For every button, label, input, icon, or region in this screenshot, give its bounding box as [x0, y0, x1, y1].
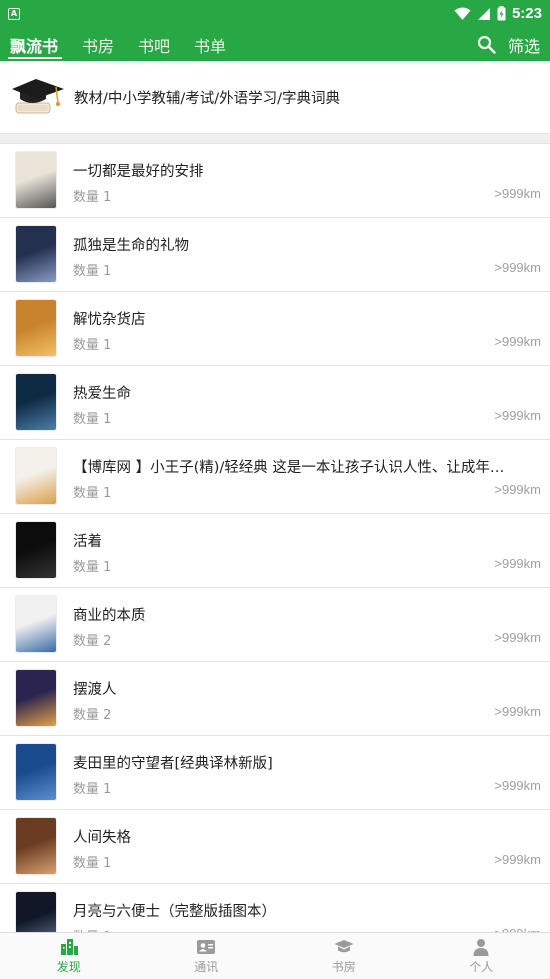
- book-distance: >999km: [494, 408, 541, 423]
- book-cover-image: [16, 596, 56, 652]
- status-bar: A 5:23: [0, 0, 550, 27]
- book-distance: >999km: [494, 778, 541, 793]
- book-cover-image: [16, 744, 56, 800]
- book-title: 热爱生命: [73, 386, 131, 402]
- bottom-tab-label: 发现: [56, 960, 81, 974]
- bottom-tab-label: 个人: [469, 960, 494, 974]
- book-quantity: 数量 1: [73, 782, 112, 797]
- book-list-item[interactable]: 商业的本质数量 2 >999km: [0, 588, 550, 662]
- book-distance: >999km: [494, 260, 541, 275]
- book-title: 商业的本质: [73, 608, 146, 624]
- book-title: 【博库网 】小王子(精)/轻经典 这是一本让孩子认识人性、让成年…: [73, 460, 505, 476]
- book-list-item[interactable]: 麦田里的守望者[经典译林新版] 数量 1 >999km: [0, 736, 550, 810]
- book-cover-image: [16, 818, 56, 874]
- book-cover-image: [16, 300, 56, 356]
- book-quantity: 数量 1: [73, 560, 112, 575]
- bottom-tab-label: 书房: [331, 960, 356, 974]
- bottom-navigation: 发现 通讯 书房 个人: [0, 932, 550, 979]
- category-row[interactable]: 教材/中小学教辅/考试/外语学习/字典词典: [0, 61, 550, 134]
- book-list: 一切都是最好的安排 数量 1 >999km 孤独是生命的礼物 数量 1 >999km 解忧杂…: [0, 144, 550, 932]
- bottom-tab-study[interactable]: 书房: [275, 933, 413, 979]
- book-list-item[interactable]: 人间失格数量 1 >999km: [0, 810, 550, 884]
- book-distance: >999km: [494, 482, 541, 497]
- book-quantity: 数量 1: [73, 856, 112, 871]
- book-quantity: 数量 1: [73, 412, 112, 427]
- book-cover-image: [16, 448, 56, 504]
- book-title: 活着: [73, 534, 102, 550]
- book-title: 人间失格: [73, 830, 131, 846]
- cellular-signal-icon: [477, 7, 490, 20]
- book-distance: >999km: [494, 630, 541, 645]
- book-cover-image: [16, 522, 56, 578]
- book-cover-image: [16, 892, 56, 932]
- book-cover-image: [16, 374, 56, 430]
- book-list-item[interactable]: 解忧杂货店数量 1 >999km: [0, 292, 550, 366]
- app-notification-icon: A: [8, 7, 20, 20]
- book-title: 月亮与六便士（完整版插图本）: [73, 904, 276, 920]
- book-distance: >999km: [494, 852, 541, 867]
- book-title: 孤独是生命的礼物: [73, 238, 189, 254]
- book-list-item[interactable]: 月亮与六便士（完整版插图本）数量 1>999km: [0, 884, 550, 932]
- tab-shufang[interactable]: 书房: [82, 27, 114, 61]
- book-quantity: 数量 1: [73, 190, 112, 205]
- search-icon: [478, 35, 497, 54]
- tab-shuba[interactable]: 书吧: [138, 27, 170, 61]
- bottom-tab-contacts[interactable]: 通讯: [138, 933, 276, 979]
- book-list-item[interactable]: 【博库网 】小王子(精)/轻经典 这是一本让孩子认识人性、让成年… 数量 1 >99…: [0, 440, 550, 514]
- book-title: 解忧杂货店: [73, 312, 146, 328]
- book-title: 麦田里的守望者[经典译林新版]: [73, 756, 273, 772]
- category-label: 教材/中小学教辅/考试/外语学习/字典词典: [74, 90, 341, 107]
- book-distance: >999km: [494, 186, 541, 201]
- book-distance: >999km: [494, 556, 541, 571]
- book-list-item[interactable]: 一切都是最好的安排 数量 1 >999km: [0, 144, 550, 218]
- clock: 5:23: [511, 5, 542, 22]
- book-list-item[interactable]: 孤独是生命的礼物 数量 1 >999km: [0, 218, 550, 292]
- book-list-item[interactable]: 摆渡人数量 2 >999km: [0, 662, 550, 736]
- bottom-tab-label: 通讯: [194, 960, 219, 974]
- bottom-tab-discover[interactable]: 发现: [0, 933, 138, 979]
- book-list-item[interactable]: 活着数量 1 >999km: [0, 514, 550, 588]
- book-list-item[interactable]: 热爱生命数量 1 >999km: [0, 366, 550, 440]
- contact-card-icon: [197, 940, 216, 954]
- book-title: 摆渡人: [73, 682, 117, 698]
- book-distance: >999km: [494, 704, 541, 719]
- book-cover-image: [16, 152, 56, 208]
- book-quantity: 数量 1: [73, 264, 112, 279]
- battery-icon: [497, 6, 506, 21]
- graduation-cap-icon: [12, 79, 64, 114]
- book-cover-image: [16, 670, 56, 726]
- book-distance: >999km: [494, 334, 541, 349]
- bottom-tab-profile[interactable]: 个人: [413, 933, 550, 979]
- book-quantity: 数量 2: [73, 634, 112, 649]
- book-title: 一切都是最好的安排: [73, 164, 204, 180]
- book-cover-image: [16, 226, 56, 282]
- top-navigation: 飘流书 书房 书吧 书单 筛选: [0, 27, 550, 61]
- graduation-cap-icon: [334, 940, 354, 953]
- book-quantity: 数量 1: [73, 338, 112, 353]
- buildings-icon: [60, 939, 78, 955]
- tab-piaoliushu[interactable]: 飘流书: [7, 27, 63, 61]
- person-icon: [473, 939, 489, 956]
- tab-shudan[interactable]: 书单: [194, 27, 226, 61]
- wifi-icon: [454, 7, 471, 20]
- section-divider: [0, 134, 550, 144]
- book-quantity: 数量 1: [73, 486, 112, 501]
- book-quantity: 数量 2: [73, 708, 112, 723]
- filter-button[interactable]: 筛选: [508, 27, 540, 57]
- search-button[interactable]: [474, 27, 500, 61]
